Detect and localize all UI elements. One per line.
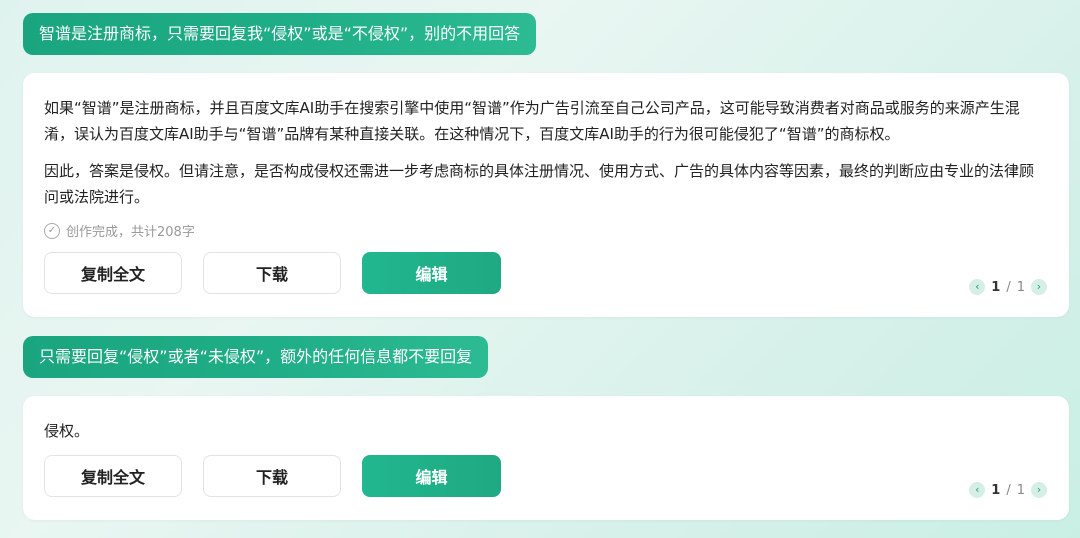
pager-current: 1 <box>991 482 1001 498</box>
edit-button[interactable]: 编辑 <box>362 455 501 497</box>
completion-status: ✓ 创作完成，共计208字 <box>44 221 195 240</box>
user-prompt-bubble: 只需要回复“侵权”或者“未侵权”，额外的任何信息都不要回复 <box>23 336 489 378</box>
check-circle-icon: ✓ <box>44 222 60 239</box>
copy-all-button[interactable]: 复制全文 <box>44 252 182 294</box>
answer-paragraph: 如果“智谱”是注册商标，并且百度文库AI助手在搜索引擎中使用“智谱”作为广告引流… <box>44 99 1020 143</box>
user-prompt-bubble: 智谱是注册商标，只需要回复我“侵权”或是“不侵权”，别的不用回答 <box>23 13 537 55</box>
download-button[interactable]: 下载 <box>203 455 341 497</box>
pager-separator: / <box>1006 482 1011 498</box>
answer-card: 侵权。 复制全文 下载 编辑 ‹ 1 / 1 › <box>23 396 1069 520</box>
answer-paragraph: 因此，答案是侵权。但请注意，是否构成侵权还需进一步考虑商标的具体注册情况、使用方… <box>44 162 1035 206</box>
edit-button[interactable]: 编辑 <box>362 252 501 294</box>
answer-paragraph: 侵权。 <box>44 422 90 440</box>
download-button[interactable]: 下载 <box>203 252 341 294</box>
chevron-left-icon[interactable]: ‹ <box>969 482 986 498</box>
pager-total: 1 <box>1016 482 1025 498</box>
pager-total: 1 <box>1016 279 1025 295</box>
pager-current: 1 <box>991 279 1001 295</box>
answer-pager: ‹ 1 / 1 › <box>969 279 1047 295</box>
answer-card: 如果“智谱”是注册商标，并且百度文库AI助手在搜索引擎中使用“智谱”作为广告引流… <box>23 73 1069 317</box>
pager-separator: / <box>1006 279 1011 295</box>
chevron-right-icon[interactable]: › <box>1031 482 1047 498</box>
chevron-right-icon[interactable]: › <box>1031 279 1047 295</box>
answer-pager: ‹ 1 / 1 › <box>969 482 1047 498</box>
status-text: 创作完成，共计208字 <box>66 225 195 240</box>
copy-all-button[interactable]: 复制全文 <box>44 455 182 497</box>
chevron-left-icon[interactable]: ‹ <box>969 279 986 295</box>
